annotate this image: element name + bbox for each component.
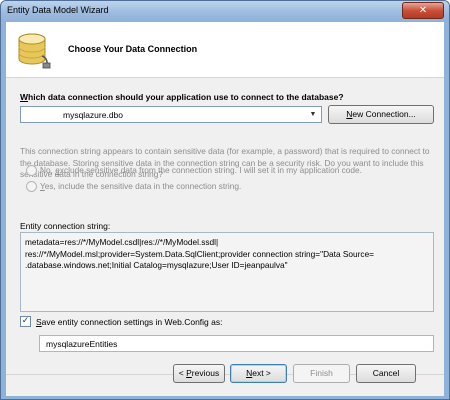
include-sensitive-label[interactable]: Yes, include the sensitive data in the c…: [40, 181, 241, 191]
next-text: ext >: [252, 368, 271, 378]
database-icon: [18, 33, 51, 69]
exclude-prefix: No,: [40, 165, 56, 175]
next-button[interactable]: Next >: [230, 364, 287, 383]
sensitive-data-info: This connection string appears to contai…: [20, 146, 430, 179]
new-connection-button[interactable]: New Connection...: [328, 105, 434, 124]
question-accel: W: [20, 92, 29, 102]
close-button[interactable]: ✕: [402, 2, 444, 19]
cancel-button[interactable]: Cancel: [356, 364, 416, 383]
page-title: Choose Your Data Connection: [68, 44, 198, 54]
selected-connection: mysqlazure.dbo: [63, 110, 124, 120]
finish-button[interactable]: Finish: [293, 364, 350, 383]
wizard-header: Choose Your Data Connection: [6, 22, 444, 78]
connection-string-box[interactable]: metadata=res://*/MyModel.csdl|res://*/My…: [20, 232, 434, 312]
chevron-down-icon[interactable]: ▼: [308, 109, 318, 121]
include-sensitive-radio[interactable]: [26, 181, 37, 192]
new-connection-label: ew Connection...: [352, 109, 416, 119]
close-icon: ✕: [418, 5, 428, 16]
finish-text: Finish: [310, 368, 333, 378]
window-title: Entity Data Model Wizard: [7, 5, 109, 15]
exclude-text: xclude sensitive data from the connectio…: [59, 165, 362, 175]
checkmark-icon: ✓: [21, 316, 30, 326]
connection-question: Which data connection should your applic…: [20, 92, 344, 102]
save-text: ave entity connection settings in Web.Co…: [41, 317, 223, 327]
previous-text: revious: [191, 368, 220, 378]
wizard-window: Entity Data Model Wizard ✕ Choose Your D…: [0, 0, 450, 400]
include-text: es, include the sensitive data in the co…: [44, 181, 242, 191]
entities-name-input[interactable]: [39, 335, 434, 352]
save-settings-label[interactable]: Save entity connection settings in Web.C…: [36, 317, 222, 327]
cancel-text: Cancel: [372, 368, 400, 378]
previous-button[interactable]: < Previous: [173, 364, 225, 383]
question-text: hich data connection should your applica…: [28, 92, 344, 102]
connection-dropdown[interactable]: mysqlazure.dbo ▼: [20, 106, 322, 123]
dialog-body: Choose Your Data Connection Which data c…: [6, 22, 444, 396]
connection-string-label: Entity connection string:: [20, 221, 111, 231]
exclude-sensitive-label[interactable]: No, exclude sensitive data from the conn…: [40, 165, 362, 175]
save-settings-checkbox[interactable]: ✓: [20, 316, 31, 327]
exclude-sensitive-radio[interactable]: [26, 165, 37, 176]
title-bar[interactable]: Entity Data Model Wizard ✕: [1, 1, 449, 22]
